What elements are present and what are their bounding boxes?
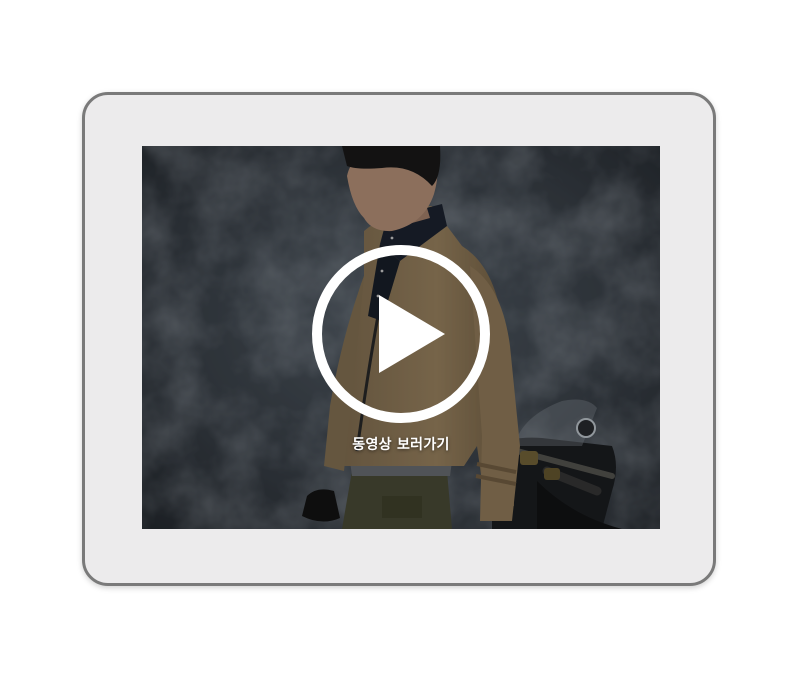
stage: 동영상 보러가기 xyxy=(0,0,800,680)
play-circle-icon[interactable] xyxy=(309,242,493,426)
play-video-label[interactable]: 동영상 보러가기 xyxy=(142,434,660,454)
video-thumbnail[interactable]: 동영상 보러가기 xyxy=(142,146,660,529)
